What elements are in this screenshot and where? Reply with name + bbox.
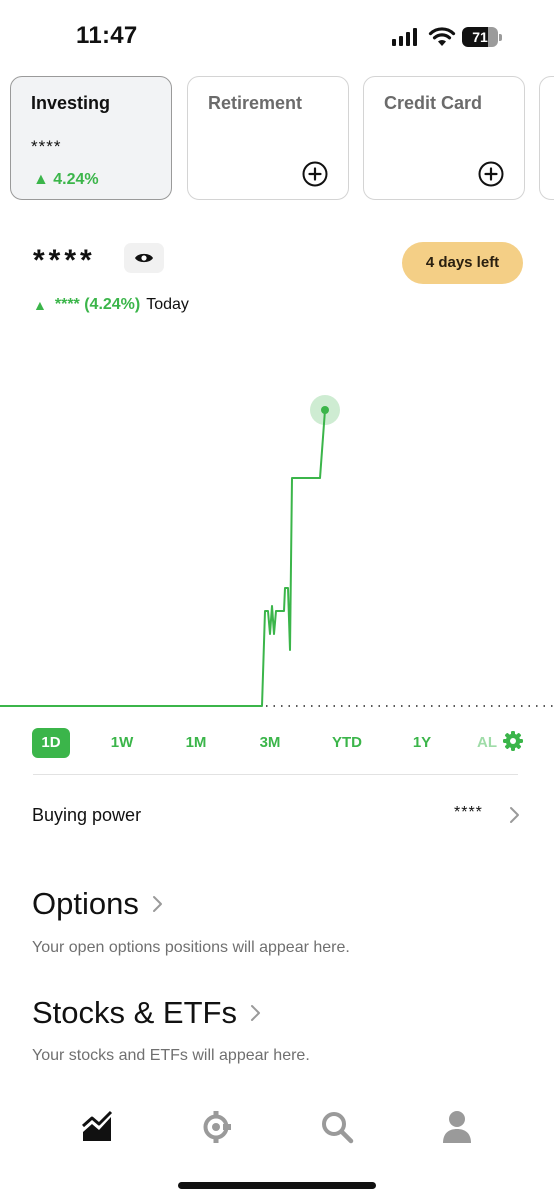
status-time: 11:47 <box>76 22 138 49</box>
performance-chart[interactable] <box>0 330 554 725</box>
stocks-etfs-header[interactable]: Stocks & ETFs <box>32 995 261 1031</box>
battery-percent: 71 <box>472 29 488 45</box>
range-1y[interactable]: 1Y <box>404 728 440 758</box>
home-indicator <box>178 1182 376 1189</box>
chevron-right-icon <box>510 807 519 823</box>
range-1m[interactable]: 1M <box>178 728 214 758</box>
crypto-icon[interactable] <box>199 1110 233 1144</box>
account-cards: Investing **** ▲ 4.24% Retirement Credit… <box>10 76 554 202</box>
chevron-right-icon <box>152 896 162 912</box>
up-triangle-icon: ▲ <box>33 297 47 313</box>
gear-icon[interactable] <box>503 731 523 751</box>
account-card-title: Investing <box>31 93 111 113</box>
account-card-value: **** <box>31 137 62 156</box>
cellular-signal-icon <box>392 28 417 46</box>
today-label: Today <box>146 296 189 313</box>
account-card-title: Credit Card <box>384 93 483 113</box>
account-card-change: ▲ 4.24% <box>33 171 99 188</box>
account-card-partial[interactable] <box>539 76 554 200</box>
options-title: Options <box>32 886 139 921</box>
portfolio-balance: **** <box>33 244 96 277</box>
buying-power-value: **** <box>454 804 483 821</box>
plus-circle-icon[interactable] <box>478 161 504 187</box>
today-change: ▲ **** (4.24%) Today <box>33 296 189 314</box>
today-change-value: **** (4.24%) <box>54 296 141 313</box>
divider <box>33 774 518 775</box>
search-icon[interactable] <box>320 1110 354 1144</box>
range-1w[interactable]: 1W <box>104 728 140 758</box>
status-bar: 11:47 71 <box>0 0 554 72</box>
eye-icon <box>135 253 153 263</box>
plus-circle-icon[interactable] <box>302 161 328 187</box>
toggle-visibility-button[interactable] <box>124 243 164 273</box>
account-card-title: Retirement <box>208 93 303 113</box>
account-card-retirement[interactable]: Retirement <box>187 76 349 200</box>
range-ytd[interactable]: YTD <box>327 728 367 758</box>
investing-screen: 11:47 71 Investing **** ▲ 4.24% Retireme… <box>0 0 554 1200</box>
buying-power-row[interactable]: Buying power **** <box>0 790 554 840</box>
chart-current-point <box>321 406 329 414</box>
account-card-investing[interactable]: Investing **** ▲ 4.24% <box>10 76 172 200</box>
time-range-tabs: 1D 1W 1M 3M YTD 1Y AL <box>0 724 554 758</box>
range-all[interactable]: AL <box>477 728 503 758</box>
account-icon[interactable] <box>440 1110 474 1144</box>
account-card-change-value: 4.24% <box>53 171 99 188</box>
wifi-icon <box>428 27 456 46</box>
stocks-etfs-subtitle: Your stocks and ETFs will appear here. <box>32 1047 310 1064</box>
buying-power-label: Buying power <box>32 805 142 825</box>
options-subtitle: Your open options positions will appear … <box>32 939 350 956</box>
options-header[interactable]: Options <box>32 886 163 922</box>
account-card-credit-card[interactable]: Credit Card <box>363 76 525 200</box>
chart-icon[interactable] <box>80 1110 114 1144</box>
stocks-etfs-title: Stocks & ETFs <box>32 995 237 1030</box>
chart-price-line <box>0 409 326 707</box>
battery-icon: 71 <box>462 27 502 47</box>
trial-days-badge[interactable]: 4 days left <box>402 242 523 284</box>
chevron-right-icon <box>250 1005 260 1021</box>
range-1d[interactable]: 1D <box>32 728 70 758</box>
range-3m[interactable]: 3M <box>252 728 288 758</box>
